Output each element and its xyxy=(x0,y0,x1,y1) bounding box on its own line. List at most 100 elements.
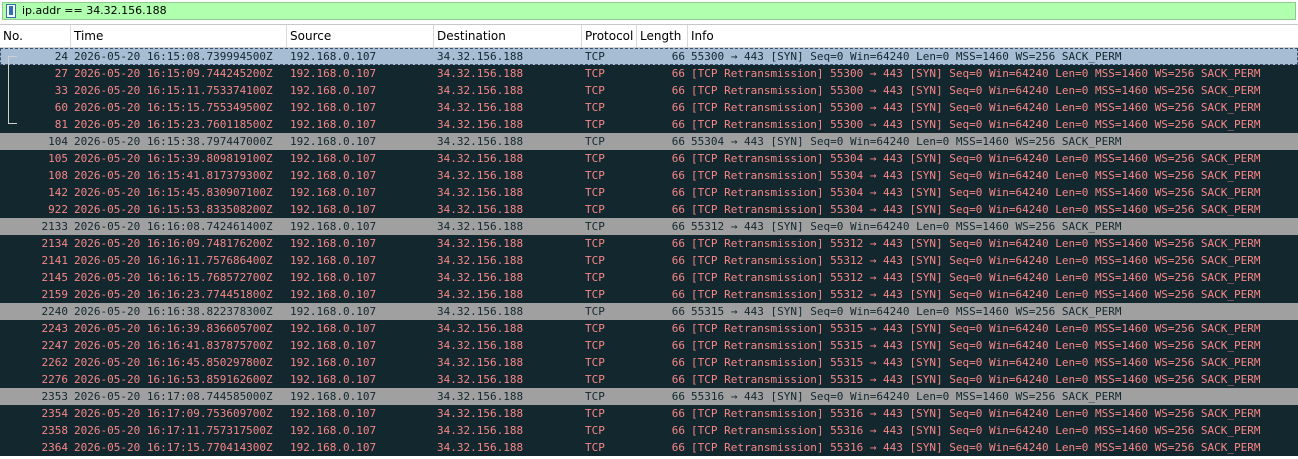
packet-number: 2134 xyxy=(41,237,69,250)
packet-source: 192.168.0.107 xyxy=(290,356,377,369)
packet-source: 192.168.0.107 xyxy=(290,186,377,199)
packet-info: [TCP Retransmission] 55315 → 443 [SYN] S… xyxy=(691,373,1261,386)
packet-number: 105 xyxy=(48,152,68,165)
packet-row[interactable]: 60 2026-05-20 16:15:15.755349500Z 192.168.… xyxy=(0,99,1298,116)
packet-info: 55304 → 443 [SYN] Seq=0 Win=64240 Len=0 … xyxy=(691,135,1122,148)
packet-row[interactable]: 2358 2026-05-20 16:17:11.757317500Z 192.16… xyxy=(0,422,1298,439)
packet-time: 2026-05-20 16:15:41.817379300Z xyxy=(74,169,273,182)
column-header-length[interactable]: Length xyxy=(637,25,688,47)
packet-source: 192.168.0.107 xyxy=(290,203,377,216)
packet-number: 108 xyxy=(48,169,68,182)
packet-protocol: TCP xyxy=(585,407,605,420)
packet-destination: 34.32.156.188 xyxy=(437,305,524,318)
packet-row[interactable]: 2353 2026-05-20 16:17:08.744585000Z 192.16… xyxy=(0,388,1298,405)
packet-destination: 34.32.156.188 xyxy=(437,152,524,165)
packet-row[interactable]: 2262 2026-05-20 16:16:45.850297800Z 192.16… xyxy=(0,354,1298,371)
packet-source: 192.168.0.107 xyxy=(290,322,377,335)
column-header-time[interactable]: Time xyxy=(71,25,287,47)
packet-row[interactable]: 33 2026-05-20 16:15:11.753374100Z 192.168.… xyxy=(0,82,1298,99)
packet-info: [TCP Retransmission] 55304 → 443 [SYN] S… xyxy=(691,186,1261,199)
packet-length: 66 xyxy=(671,118,685,131)
packet-destination: 34.32.156.188 xyxy=(437,67,524,80)
packet-row[interactable]: 2276 2026-05-20 16:16:53.859162600Z 192.16… xyxy=(0,371,1298,388)
packet-length: 66 xyxy=(671,390,685,403)
packet-time: 2026-05-20 16:16:45.850297800Z xyxy=(74,356,273,369)
packet-row[interactable]: 2133 2026-05-20 16:16:08.742461400Z 192.16… xyxy=(0,218,1298,235)
packet-protocol: TCP xyxy=(585,186,605,199)
packet-length: 66 xyxy=(671,203,685,216)
column-header-no[interactable]: No. xyxy=(0,25,71,47)
bookmark-icon[interactable] xyxy=(6,4,16,18)
packet-time: 2026-05-20 16:15:39.809819100Z xyxy=(74,152,273,165)
packet-protocol: TCP xyxy=(585,305,605,318)
packet-row[interactable]: 922 2026-05-20 16:15:53.833508200Z 192.168… xyxy=(0,201,1298,218)
display-filter-field[interactable] xyxy=(2,2,1296,20)
packet-row[interactable]: 104 2026-05-20 16:15:38.797447000Z 192.168… xyxy=(0,133,1298,150)
packet-number: 2358 xyxy=(41,424,69,437)
packet-length: 66 xyxy=(671,424,685,437)
packet-source: 192.168.0.107 xyxy=(290,407,377,420)
packet-info: 55315 → 443 [SYN] Seq=0 Win=64240 Len=0 … xyxy=(691,305,1122,318)
packet-length: 66 xyxy=(671,441,685,454)
packet-time: 2026-05-20 16:16:39.836605700Z xyxy=(74,322,273,335)
packet-row[interactable]: 27 2026-05-20 16:15:09.744245200Z 192.168.… xyxy=(0,65,1298,82)
packet-length: 66 xyxy=(671,220,685,233)
packet-number: 2364 xyxy=(41,441,69,454)
packet-protocol: TCP xyxy=(585,271,605,284)
packet-info: [TCP Retransmission] 55315 → 443 [SYN] S… xyxy=(691,322,1261,335)
packet-length: 66 xyxy=(671,271,685,284)
column-header-protocol[interactable]: Protocol xyxy=(582,25,637,47)
packet-protocol: TCP xyxy=(585,67,605,80)
packet-row[interactable]: 24 2026-05-20 16:15:08.739994500Z 192.168.… xyxy=(0,48,1298,65)
packet-source: 192.168.0.107 xyxy=(290,288,377,301)
packet-time: 2026-05-20 16:17:15.770414300Z xyxy=(74,441,273,454)
packet-destination: 34.32.156.188 xyxy=(437,186,524,199)
packet-number: 104 xyxy=(48,135,68,148)
packet-length: 66 xyxy=(671,322,685,335)
packet-info: [TCP Retransmission] 55312 → 443 [SYN] S… xyxy=(691,237,1261,250)
packet-row[interactable]: 2364 2026-05-20 16:17:15.770414300Z 192.16… xyxy=(0,439,1298,456)
packet-source: 192.168.0.107 xyxy=(290,220,377,233)
packet-row[interactable]: 2145 2026-05-20 16:16:15.768572700Z 192.16… xyxy=(0,269,1298,286)
packet-destination: 34.32.156.188 xyxy=(437,135,524,148)
packet-row[interactable]: 81 2026-05-20 16:15:23.760118500Z 192.168.… xyxy=(0,116,1298,133)
packet-length: 66 xyxy=(671,84,685,97)
packet-length: 66 xyxy=(671,152,685,165)
packet-number: 922 xyxy=(48,203,68,216)
packet-number: 2354 xyxy=(41,407,69,420)
display-filter-input[interactable] xyxy=(22,3,1222,19)
packet-number: 142 xyxy=(48,186,68,199)
packet-row[interactable]: 2240 2026-05-20 16:16:38.822378300Z 192.16… xyxy=(0,303,1298,320)
packet-time: 2026-05-20 16:15:23.760118500Z xyxy=(74,118,273,131)
display-filter-bar xyxy=(0,0,1298,25)
packet-row[interactable]: 2134 2026-05-20 16:16:09.748176200Z 192.16… xyxy=(0,235,1298,252)
packet-row[interactable]: 142 2026-05-20 16:15:45.830907100Z 192.168… xyxy=(0,184,1298,201)
packet-protocol: TCP xyxy=(585,356,605,369)
packet-row[interactable]: 2141 2026-05-20 16:16:11.757686400Z 192.16… xyxy=(0,252,1298,269)
packet-number: 2247 xyxy=(41,339,69,352)
packet-row[interactable]: 2247 2026-05-20 16:16:41.837875700Z 192.16… xyxy=(0,337,1298,354)
packet-length: 66 xyxy=(671,407,685,420)
packet-info: [TCP Retransmission] 55312 → 443 [SYN] S… xyxy=(691,254,1261,267)
packet-time: 2026-05-20 16:16:09.748176200Z xyxy=(74,237,273,250)
packet-protocol: TCP xyxy=(585,424,605,437)
packet-time: 2026-05-20 16:16:38.822378300Z xyxy=(74,305,273,318)
packet-row[interactable]: 105 2026-05-20 16:15:39.809819100Z 192.168… xyxy=(0,150,1298,167)
packet-destination: 34.32.156.188 xyxy=(437,203,524,216)
packet-row[interactable]: 108 2026-05-20 16:15:41.817379300Z 192.168… xyxy=(0,167,1298,184)
packet-row[interactable]: 2159 2026-05-20 16:16:23.774451800Z 192.16… xyxy=(0,286,1298,303)
column-header-destination[interactable]: Destination xyxy=(434,25,582,47)
packet-time: 2026-05-20 16:17:11.757317500Z xyxy=(74,424,273,437)
packet-row[interactable]: 2243 2026-05-20 16:16:39.836605700Z 192.16… xyxy=(0,320,1298,337)
packet-number: 2262 xyxy=(41,356,69,369)
packet-protocol: TCP xyxy=(585,135,605,148)
column-header-info[interactable]: Info xyxy=(688,25,1298,47)
packet-time: 2026-05-20 16:15:09.744245200Z xyxy=(74,67,273,80)
packet-protocol: TCP xyxy=(585,339,605,352)
packet-time: 2026-05-20 16:15:45.830907100Z xyxy=(74,186,273,199)
packet-source: 192.168.0.107 xyxy=(290,84,377,97)
packet-destination: 34.32.156.188 xyxy=(437,271,524,284)
related-packets-bracket xyxy=(8,56,17,124)
column-header-source[interactable]: Source xyxy=(287,25,434,47)
packet-row[interactable]: 2354 2026-05-20 16:17:09.753609700Z 192.16… xyxy=(0,405,1298,422)
